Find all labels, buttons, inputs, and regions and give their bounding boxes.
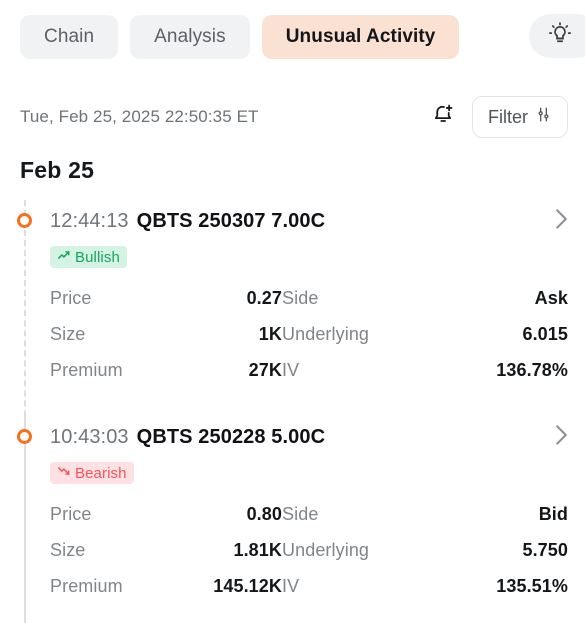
detail-value: 145.12K: [213, 575, 282, 596]
detail-row: Price 0.80 Side Bid: [50, 496, 568, 532]
detail-row: Price 0.27 Side Ask: [50, 280, 568, 316]
detail-value: 27K: [248, 359, 282, 380]
detail-cell: Side Ask: [282, 288, 568, 309]
chevron-right-icon[interactable]: [555, 208, 568, 235]
day-header: Feb 25: [20, 157, 95, 183]
detail-value: 1.81K: [233, 539, 282, 560]
activity-entry: 10:43:03 QBTS 250228 5.00C Bearish Price…: [0, 416, 585, 623]
sentiment-label: Bearish: [75, 464, 127, 482]
detail-cell: Price 0.27: [50, 288, 282, 309]
detail-cell: Side Bid: [282, 504, 568, 525]
detail-value: Bid: [538, 503, 568, 524]
status-badge: Bullish: [50, 246, 127, 268]
tab-bar: Chain Analysis Unusual Activity: [0, 14, 585, 60]
unusual-activity-screen: Chain Analysis Unusual Activity Tue, Feb…: [0, 0, 585, 623]
detail-label: Size: [50, 323, 86, 344]
detail-cell: Premium 27K: [50, 360, 282, 381]
detail-label: Premium: [50, 575, 123, 596]
detail-row: Premium 145.12K IV 135.51%: [50, 568, 568, 604]
detail-value: 1K: [258, 323, 282, 344]
meta-row: Tue, Feb 25, 2025 22:50:35 ET Filter: [0, 96, 585, 138]
sliders-icon: [535, 106, 552, 128]
sentiment-row: Bullish: [50, 242, 585, 272]
entry-header[interactable]: 10:43:03 QBTS 250228 5.00C: [50, 416, 585, 458]
detail-value: 6.015: [522, 323, 568, 344]
detail-label: Underlying: [282, 323, 370, 344]
detail-value: 0.27: [246, 287, 282, 308]
filter-button-label: Filter: [488, 106, 528, 127]
activity-entry: 12:44:13 QBTS 250307 7.00C Bullish Price…: [0, 200, 585, 623]
detail-label: Side: [282, 503, 319, 524]
bell-plus-icon: [431, 102, 456, 132]
detail-label: IV: [282, 359, 300, 380]
detail-cell: Price 0.80: [50, 504, 282, 525]
detail-label: Size: [50, 539, 86, 560]
detail-label: Price: [50, 503, 92, 524]
entry-contract: QBTS 250307 7.00C: [136, 209, 326, 232]
timeline-marker: [17, 429, 32, 444]
tab-chain[interactable]: Chain: [20, 15, 119, 59]
entry-details-grid: Price 0.27 Side Ask Size 1K Underlying 6…: [50, 272, 585, 388]
add-alert-button[interactable]: [422, 96, 464, 138]
entry-contract: QBTS 250228 5.00C: [136, 425, 326, 448]
timestamp-label: Tue, Feb 25, 2025 22:50:35 ET: [20, 107, 259, 126]
activity-list: 12:44:13 QBTS 250307 7.00C Bullish Price…: [0, 200, 585, 623]
lightbulb-button[interactable]: [529, 14, 585, 58]
sentiment-row: Bearish: [50, 458, 585, 488]
detail-label: Price: [50, 287, 92, 308]
trending-down-icon: [57, 464, 71, 482]
detail-cell: Underlying 5.750: [282, 540, 568, 561]
filter-button[interactable]: Filter: [472, 96, 568, 138]
trending-up-icon: [57, 248, 71, 266]
tab-analysis[interactable]: Analysis: [130, 15, 250, 59]
detail-label: Underlying: [282, 539, 370, 560]
detail-cell: Size 1K: [50, 324, 282, 345]
detail-cell: IV 135.51%: [282, 576, 568, 597]
detail-label: IV: [282, 575, 300, 596]
detail-cell: Underlying 6.015: [282, 324, 568, 345]
lightbulb-icon: [548, 21, 573, 52]
chevron-right-icon[interactable]: [555, 424, 568, 451]
detail-label: Premium: [50, 359, 123, 380]
detail-cell: Size 1.81K: [50, 540, 282, 561]
status-badge: Bearish: [50, 462, 134, 484]
detail-value: 136.78%: [496, 359, 568, 380]
detail-row: Size 1K Underlying 6.015: [50, 316, 568, 352]
detail-value: 5.750: [522, 539, 568, 560]
detail-cell: Premium 145.12K: [50, 576, 282, 597]
detail-row: Premium 27K IV 136.78%: [50, 352, 568, 388]
detail-value: Ask: [534, 287, 568, 308]
detail-value: 0.80: [246, 503, 282, 524]
sentiment-label: Bullish: [75, 248, 120, 266]
entry-time: 10:43:03: [50, 425, 129, 448]
detail-label: Side: [282, 287, 319, 308]
tab-unusual-activity[interactable]: Unusual Activity: [261, 15, 460, 59]
entry-time: 12:44:13: [50, 209, 129, 232]
entry-header[interactable]: 12:44:13 QBTS 250307 7.00C: [50, 200, 585, 242]
timeline-rail: [24, 416, 26, 623]
detail-row: Size 1.81K Underlying 5.750: [50, 532, 568, 568]
detail-value: 135.51%: [496, 575, 568, 596]
entry-details-grid: Price 0.80 Side Bid Size 1.81K Underlyin…: [50, 488, 585, 604]
timeline-marker: [17, 213, 32, 228]
detail-cell: IV 136.78%: [282, 360, 568, 381]
